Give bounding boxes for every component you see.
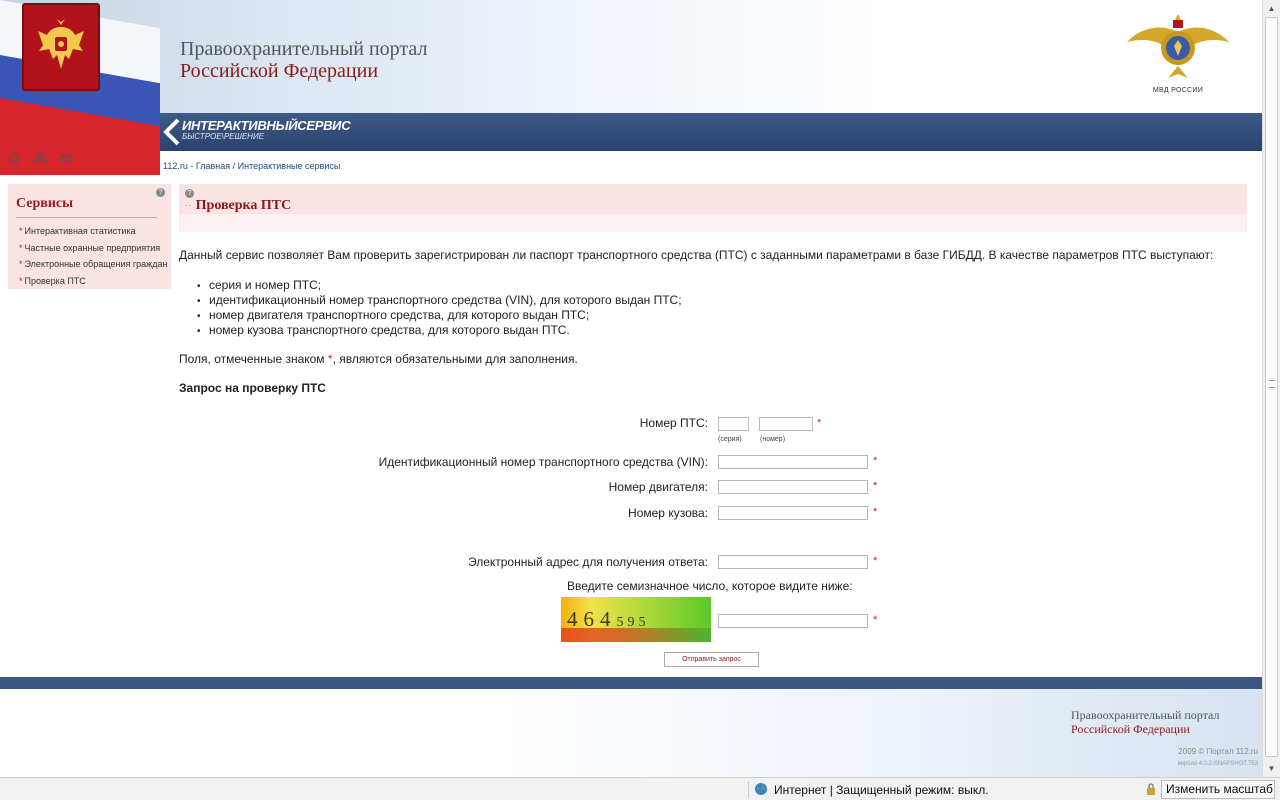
required-note: Поля, отмеченные знаком *, являются обяз… xyxy=(179,352,578,366)
status-divider xyxy=(748,781,749,798)
browser-page: Правоохранительный портал Российской Фед… xyxy=(0,0,1280,800)
footer-title-line1: Правоохранительный портал xyxy=(1071,708,1220,722)
breadcrumb-site-link[interactable]: 112.ru xyxy=(163,161,188,171)
footer-title-line2: Российской Федерации xyxy=(1071,722,1190,736)
breadcrumb-home-link[interactable]: Главная xyxy=(196,161,230,171)
body-number-input[interactable] xyxy=(718,506,868,520)
required-mark: * xyxy=(873,506,878,518)
help-icon[interactable]: ? xyxy=(156,188,165,197)
form-title: Запрос на проверку ПТС xyxy=(179,381,326,395)
vertical-scrollbar[interactable]: ▲ ▼ xyxy=(1262,0,1280,777)
parameter-list: серия и номер ПТС; идентификационный ном… xyxy=(197,278,682,338)
required-note-text: Поля, отмеченные знаком xyxy=(179,352,328,366)
submit-request-button[interactable]: Отправить запрос xyxy=(664,652,759,667)
lock-icon xyxy=(1147,783,1155,795)
page-title-text: Проверка ПТС xyxy=(195,198,292,213)
copyright: 2009 © Портал 112.ru xyxy=(1178,747,1258,756)
services-sidebar: ? Сервисы Интерактивная статистика Частн… xyxy=(8,184,171,289)
band-subtitle: БЫСТРОЕ\РЕШЕНИЕ xyxy=(182,132,265,141)
breadcrumb-separator: / xyxy=(230,161,238,171)
content-header: ? ·· Проверка ПТС xyxy=(179,184,1247,232)
footer-title: Правоохранительный портал Российской Фед… xyxy=(1071,708,1219,736)
portal-title-line1: Правоохранительный портал xyxy=(180,38,428,60)
help-icon[interactable]: ? xyxy=(185,189,194,198)
sidebar-item-security-companies[interactable]: Частные охранные предприятия xyxy=(19,242,167,259)
scrollbar-grip-icon xyxy=(1269,380,1275,388)
captcha-image: 464595 xyxy=(561,597,711,642)
breadcrumb-current-link[interactable]: Интерактивные сервисы xyxy=(238,161,341,171)
scroll-down-arrow-icon[interactable]: ▼ xyxy=(1263,760,1280,777)
arrow-left-icon xyxy=(163,118,180,146)
sidebar-divider xyxy=(16,217,157,218)
scrollbar-thumb[interactable] xyxy=(1265,17,1278,757)
list-item: идентификационный номер транспортного ср… xyxy=(197,293,682,308)
coat-of-arms-icon xyxy=(22,3,100,91)
captcha-input[interactable] xyxy=(718,614,868,628)
browser-status-bar: Интернет | Защищенный режим: выкл. Измен… xyxy=(0,777,1280,800)
pts-series-input[interactable] xyxy=(718,417,749,431)
required-note-text: , являются обязательными для заполнения. xyxy=(332,352,578,366)
email-label: Электронный адрес для получения ответа: xyxy=(467,555,708,569)
list-item: серия и номер ПТС; xyxy=(197,278,682,293)
engine-number-label: Номер двигателя: xyxy=(608,480,708,494)
sidebar-menu: Интерактивная статистика Частные охранны… xyxy=(19,225,168,292)
scroll-up-arrow-icon[interactable]: ▲ xyxy=(1263,0,1280,17)
pts-number-input[interactable] xyxy=(759,417,813,431)
globe-icon xyxy=(755,783,767,795)
bullet-icon: ·· xyxy=(185,201,192,212)
home-icon[interactable] xyxy=(8,152,20,164)
mvd-logo[interactable]: МВД РОССИИ xyxy=(1118,12,1238,94)
sidebar-item-statistics[interactable]: Интерактивная статистика xyxy=(19,225,167,242)
band-title: ИНТЕРАКТИВНЫЙСЕРВИС xyxy=(182,118,351,133)
mail-icon[interactable] xyxy=(60,152,72,164)
portal-title: Правоохранительный портал Российской Фед… xyxy=(180,38,427,82)
sitemap-icon[interactable] xyxy=(33,152,47,164)
footer-band xyxy=(0,677,1262,689)
vin-label: Идентификационный номер транспортного ср… xyxy=(378,455,708,469)
body-number-label: Номер кузова: xyxy=(628,506,708,520)
list-item: номер двигателя транспортного средства, … xyxy=(197,308,682,323)
required-mark: * xyxy=(817,417,822,429)
captcha-main-digits: 464 xyxy=(567,607,617,631)
required-mark: * xyxy=(873,455,878,467)
intro-text: Данный сервис позволяет Вам проверить за… xyxy=(179,248,1214,262)
version-text: версия 4.0.2-SNAPSHOT.753 xyxy=(1177,761,1258,767)
sidebar-title: Сервисы xyxy=(16,196,74,211)
sidebar-item-citizen-appeals[interactable]: Электронные обращения граждан xyxy=(19,258,168,275)
pts-series-hint: (серия) xyxy=(718,436,742,443)
vin-input[interactable] xyxy=(718,455,868,469)
interactive-service-band: ИНТЕРАКТИВНЫЙСЕРВИС БЫСТРОЕ\РЕШЕНИЕ xyxy=(160,113,1262,151)
pts-number-hint: (номер) xyxy=(760,436,786,443)
list-item: номер кузова транспортного средства, для… xyxy=(197,323,682,338)
page-title: ·· Проверка ПТС xyxy=(185,198,291,214)
required-mark: * xyxy=(873,480,878,492)
portal-title-line2: Российской Федерации xyxy=(180,60,379,82)
mvd-label: МВД РОССИИ xyxy=(1152,87,1204,94)
breadcrumb-separator: - xyxy=(187,161,196,171)
required-mark: * xyxy=(873,555,878,567)
captcha-prompt: Введите семизначное число, которое видит… xyxy=(567,579,853,593)
captcha-tail-digits: 595 xyxy=(616,615,650,630)
breadcrumb: 112.ru - Главная / Интерактивные сервисы xyxy=(163,161,340,171)
header-icon-bar xyxy=(8,152,72,164)
pts-number-label: Номер ПТС: xyxy=(639,416,708,430)
security-zone-text[interactable]: Интернет | Защищенный режим: выкл. xyxy=(774,783,989,797)
sidebar-item-pts-check[interactable]: Проверка ПТС xyxy=(19,275,167,292)
required-mark: * xyxy=(873,614,878,626)
email-input[interactable] xyxy=(718,555,868,569)
engine-number-input[interactable] xyxy=(718,480,868,494)
zoom-button[interactable]: Изменить масштаб xyxy=(1161,780,1275,799)
